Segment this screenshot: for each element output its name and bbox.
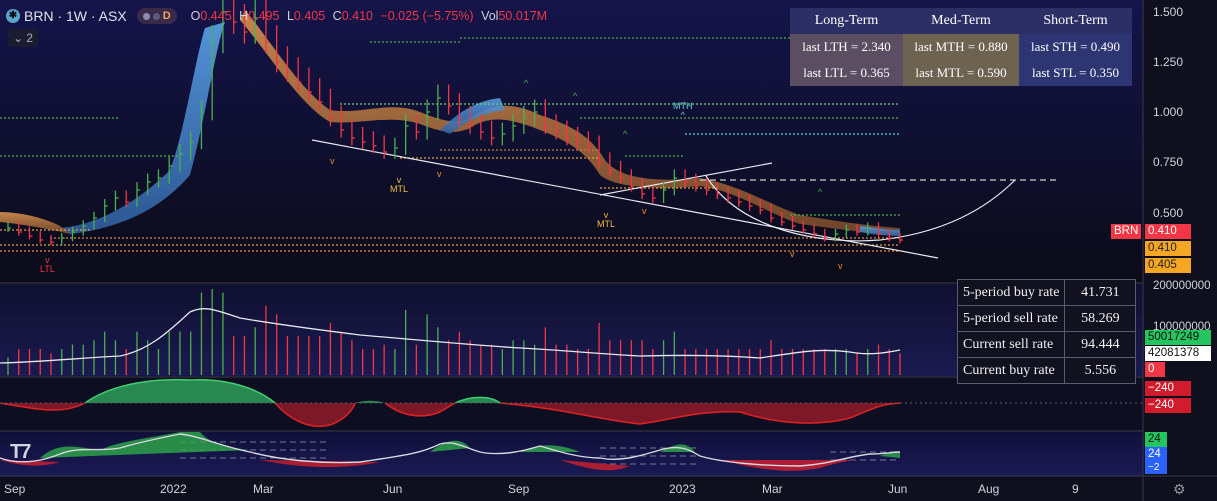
- low-marker-2: v: [437, 169, 442, 179]
- rate-label: 5-period sell rate: [956, 305, 1066, 332]
- low-marker-4: v: [790, 249, 795, 259]
- last-mtl: last MTL = 0.590: [903, 60, 1019, 86]
- time-tick: Jun: [888, 482, 908, 496]
- low-marker-5: v: [838, 261, 843, 271]
- time-tick: 2022: [160, 482, 187, 496]
- momentum-tag-2: 24: [1145, 447, 1167, 462]
- price-tick: 1.500: [1153, 5, 1184, 19]
- indicator-toggle[interactable]: ⌄ 2: [8, 29, 38, 47]
- status-dot-icon: [142, 12, 150, 20]
- time-tick: Jun: [383, 482, 403, 496]
- indicator-count: 2: [26, 31, 33, 45]
- symbol-title[interactable]: BRN · 1W · ASX: [24, 8, 127, 24]
- volume-avg-tag: 42081378: [1145, 346, 1211, 361]
- status-dot-icon-2: [152, 12, 160, 20]
- low-marker-1: v: [330, 156, 335, 166]
- price-tick: 1.000: [1153, 105, 1184, 119]
- ltl-marker: v LTL: [40, 255, 55, 274]
- last-lth: last LTH = 2.340: [790, 34, 903, 60]
- volume-tag: 50017249: [1145, 330, 1211, 345]
- time-tick: Aug: [978, 482, 1000, 496]
- high-marker-4: ^: [818, 187, 823, 197]
- low-marker-3: v: [642, 206, 647, 216]
- rates-table: 5-period buy rate 41.731 5-period sell ra…: [956, 279, 1137, 384]
- time-tick: Sep: [4, 482, 26, 496]
- last-mth: last MTH = 0.880: [903, 34, 1019, 60]
- high-marker-1: ^: [524, 78, 529, 88]
- mth-marker: MTH ^: [673, 101, 693, 120]
- oscillator-tag: −240: [1145, 381, 1191, 396]
- time-tick: Mar: [762, 482, 783, 496]
- rate-value: 41.731: [1064, 279, 1137, 306]
- header-short-term: Short-Term: [1019, 8, 1132, 34]
- symbol-header: ✱ BRN · 1W · ASX D O0.445 H0.495 L0.405 …: [6, 6, 551, 26]
- symbol-tag: BRN: [1111, 224, 1142, 239]
- rate-label: Current sell rate: [956, 331, 1066, 358]
- rate-value: 94.444: [1064, 331, 1137, 358]
- settings-gear-icon[interactable]: ⚙: [1173, 481, 1186, 498]
- rate-value: 58.269: [1064, 305, 1137, 332]
- mtl-marker-2: v MTL: [597, 210, 615, 229]
- last-price-tag: 0.410: [1145, 224, 1191, 239]
- volume-zero-tag: 0: [1145, 362, 1165, 377]
- rate-value: 5.556: [1064, 357, 1137, 384]
- rate-label: 5-period buy rate: [956, 279, 1066, 306]
- mtl-marker-1: v MTL: [390, 175, 408, 194]
- price-tick: 0.750: [1153, 155, 1184, 169]
- time-tick: Mar: [253, 482, 274, 496]
- momentum-tag-3: −2: [1145, 462, 1167, 474]
- level-tag-2: 0.405: [1145, 258, 1191, 273]
- momentum-tag: 24: [1145, 432, 1167, 447]
- ohlc-readout: O0.445 H0.495 L0.405 C0.410 −0.025 (−5.7…: [190, 9, 548, 23]
- volume-tick: 200000000: [1153, 280, 1211, 292]
- oscillator-tag-2: −240: [1145, 398, 1191, 413]
- rate-label: Current buy rate: [956, 357, 1066, 384]
- header-med-term: Med-Term: [903, 8, 1019, 34]
- exchange-icon: ✱: [6, 9, 20, 23]
- last-ltl: last LTL = 0.365: [790, 60, 903, 86]
- time-tick: 2023: [669, 482, 696, 496]
- tradingview-logo-icon: T7: [10, 441, 31, 463]
- time-tick: Sep: [508, 482, 530, 496]
- price-tick: 1.250: [1153, 55, 1184, 69]
- high-marker-3: ^: [623, 129, 628, 139]
- high-marker-2: ^: [573, 91, 578, 101]
- level-tag: 0.410: [1145, 241, 1191, 256]
- last-sth: last STH = 0.490: [1019, 34, 1132, 60]
- time-tick: 9: [1072, 482, 1079, 496]
- header-long-term: Long-Term: [790, 8, 903, 34]
- chevron-down-icon: ⌄: [13, 31, 24, 45]
- last-stl: last STL = 0.350: [1019, 60, 1132, 86]
- regime-table: Long-Term Med-Term Short-Term last LTH =…: [790, 8, 1132, 86]
- interval-badge[interactable]: D: [136, 8, 177, 24]
- price-tick: 0.500: [1153, 206, 1184, 220]
- interval-letter: D: [162, 10, 171, 22]
